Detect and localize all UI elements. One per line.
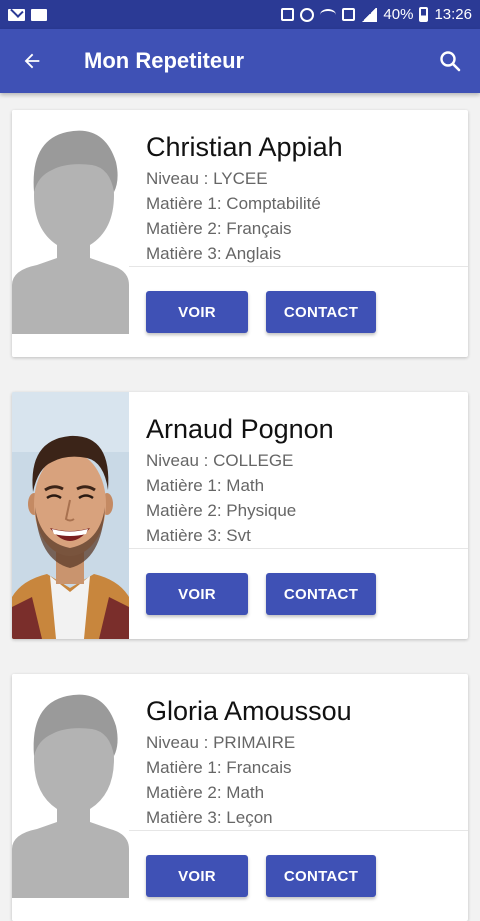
folder-icon: [31, 8, 47, 21]
divider: [129, 266, 468, 267]
search-icon: [440, 51, 461, 72]
tutor-photo: [12, 392, 129, 639]
divider: [129, 548, 468, 549]
divider: [129, 830, 468, 831]
tutor-name: Gloria Amoussou: [146, 696, 352, 726]
data-icon: [342, 8, 356, 21]
wifi-icon: [320, 8, 337, 21]
alarm-icon: [300, 7, 315, 22]
signal-icon: [361, 7, 378, 22]
tutor-name: Arnaud Pognon: [146, 414, 334, 444]
contact-button[interactable]: CONTACT: [266, 855, 376, 897]
tutor-subject-3: Matière 3: Anglais: [146, 244, 282, 263]
contact-button[interactable]: CONTACT: [266, 291, 376, 333]
mail-icon: [8, 8, 25, 21]
tutor-card[interactable]: Arnaud Pognon Niveau : COLLEGE Matière 1…: [12, 392, 468, 639]
tutor-level: Niveau : PRIMAIRE: [146, 733, 296, 752]
tutor-subject-1: Matière 1: Francais: [146, 758, 292, 777]
battery-percent: 40%: [383, 6, 414, 23]
tutor-level: Niveau : LYCEE: [146, 169, 268, 188]
avatar-placeholder-icon: [12, 674, 129, 921]
nfc-icon: [281, 8, 295, 21]
tutor-name: Christian Appiah: [146, 132, 343, 162]
avatar-placeholder-icon: [12, 110, 129, 357]
tutor-photo: [12, 110, 129, 357]
tutor-subject-1: Matière 1: Comptabilité: [146, 194, 321, 213]
tutor-subject-3: Matière 3: Svt: [146, 526, 251, 545]
voir-button[interactable]: VOIR: [146, 291, 248, 333]
battery-icon: [419, 7, 429, 22]
tutor-photo: [12, 674, 129, 921]
app-bar: Mon Repetiteur: [0, 29, 480, 93]
status-bar: 40% 13:26: [0, 0, 480, 29]
tutor-subject-1: Matière 1: Math: [146, 476, 265, 495]
arrow-left-icon: [24, 53, 40, 69]
contact-button[interactable]: CONTACT: [266, 573, 376, 615]
smiling-man-portrait-icon: [12, 392, 129, 639]
search-button[interactable]: [420, 29, 480, 93]
back-button[interactable]: [0, 29, 64, 93]
voir-button[interactable]: VOIR: [146, 855, 248, 897]
tutor-card[interactable]: Gloria Amoussou Niveau : PRIMAIRE Matièr…: [12, 674, 468, 921]
voir-button[interactable]: VOIR: [146, 573, 248, 615]
tutor-level: Niveau : COLLEGE: [146, 451, 294, 470]
page-title: Mon Repetiteur: [84, 48, 245, 73]
clock: 13:26: [434, 6, 472, 23]
tutor-subject-3: Matière 3: Leçon: [146, 808, 273, 827]
tutor-subject-2: Matière 2: Français: [146, 219, 292, 238]
tutor-subject-2: Matière 2: Math: [146, 783, 265, 802]
tutor-subject-2: Matière 2: Physique: [146, 501, 297, 520]
tutor-card[interactable]: Christian Appiah Niveau : LYCEE Matière …: [12, 110, 468, 357]
